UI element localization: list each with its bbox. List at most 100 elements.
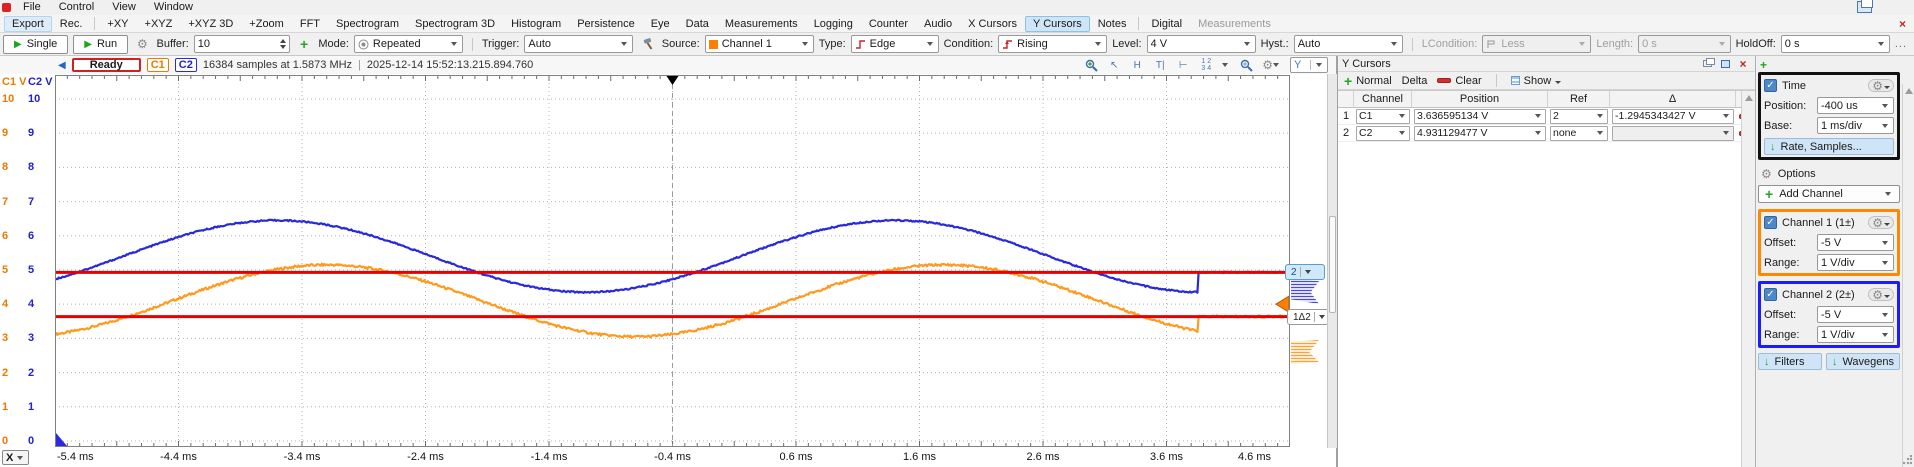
channel2-badge[interactable]: C2 xyxy=(175,58,197,72)
more-options[interactable]: ... xyxy=(1895,38,1911,50)
tab-data[interactable]: Data xyxy=(678,16,717,32)
tab-digital[interactable]: Digital xyxy=(1143,16,1190,32)
fit-vertical-icon[interactable]: T| xyxy=(1153,58,1167,72)
tab-xy[interactable]: +XY xyxy=(99,16,136,32)
panel-close-icon[interactable]: × xyxy=(1735,57,1751,70)
tab-xyz[interactable]: +XYZ xyxy=(137,16,181,32)
options-button[interactable]: ⚙ Options xyxy=(1758,165,1900,183)
tab-fft[interactable]: FFT xyxy=(292,16,328,32)
holdoff-select[interactable]: 0 s xyxy=(1781,35,1890,53)
panel-scrollbar[interactable] xyxy=(1741,91,1755,467)
cursor1-delta-select[interactable]: -1.2945343427 V xyxy=(1612,109,1734,124)
tab-histogram[interactable]: Histogram xyxy=(503,16,569,32)
add-normal-cursor-button[interactable]: + Normal xyxy=(1344,73,1392,89)
channel2-offset-select[interactable]: -5 V xyxy=(1817,306,1894,323)
time-position-select[interactable]: -400 us xyxy=(1817,97,1894,114)
scroll-up-icon[interactable] xyxy=(1745,95,1753,101)
y-axis-combo[interactable]: Y xyxy=(1290,57,1328,73)
waveform-canvas[interactable] xyxy=(55,75,1290,447)
mode-select[interactable]: Repeated xyxy=(354,35,463,53)
tab-zoom[interactable]: +Zoom xyxy=(241,16,292,32)
cursor1-marker[interactable]: 1Δ2 xyxy=(1287,309,1329,325)
cursor2-channel-select[interactable]: C2 xyxy=(1356,126,1410,141)
menu-file[interactable]: File xyxy=(15,0,49,15)
trigger-select[interactable]: Auto xyxy=(524,35,633,53)
tab-spectrogram[interactable]: Spectrogram xyxy=(328,16,407,32)
single-button[interactable]: ▶ Single xyxy=(3,35,68,54)
plot-vertical-scrollbar[interactable] xyxy=(1327,74,1337,448)
close-icon[interactable]: × xyxy=(1895,17,1910,31)
menu-window[interactable]: Window xyxy=(146,0,201,15)
channel1-range-select[interactable]: 1 V/div xyxy=(1817,254,1894,271)
clear-cursors-button[interactable]: Clear xyxy=(1437,75,1481,87)
tab-eye[interactable]: Eye xyxy=(643,16,678,32)
col-position[interactable]: Position xyxy=(1412,91,1548,108)
channel2-checkbox[interactable]: ✓ xyxy=(1764,288,1777,301)
cursor1-position-select[interactable]: 3.636595134 V xyxy=(1414,109,1546,124)
col-delta[interactable]: Δ xyxy=(1610,91,1736,108)
tab-audio[interactable]: Audio xyxy=(916,16,960,32)
fit-window-icon[interactable]: ⊢ xyxy=(1176,58,1190,72)
panel-restore-icon[interactable] xyxy=(1699,57,1715,70)
add-delta-cursor-button[interactable]: Delta xyxy=(1402,75,1428,87)
show-menu-button[interactable]: Show xyxy=(1511,75,1562,87)
panel-maximize-icon[interactable] xyxy=(1717,57,1733,70)
col-ref[interactable]: Ref xyxy=(1548,91,1610,108)
layout-dropdown-icon[interactable] xyxy=(1222,63,1228,67)
tab-xyz3d[interactable]: +XYZ 3D xyxy=(180,16,241,32)
tab-rec[interactable]: Rec. xyxy=(52,16,91,32)
pointer-icon[interactable]: ↖ xyxy=(1107,58,1121,72)
tab-logging[interactable]: Logging xyxy=(806,16,861,32)
level-select[interactable]: 4 V xyxy=(1147,35,1256,53)
hysteresis-select[interactable]: Auto xyxy=(1294,35,1403,53)
condition-select[interactable]: Rising xyxy=(998,35,1107,53)
spinner-arrows-icon[interactable] xyxy=(280,39,286,49)
trigger-settings-icon[interactable] xyxy=(638,35,656,54)
fit-horizontal-icon[interactable]: H xyxy=(1130,58,1144,72)
menu-control[interactable]: Control xyxy=(51,0,102,15)
add-buffer-icon[interactable]: + xyxy=(295,35,313,54)
filters-button[interactable]: ↓ Filters xyxy=(1758,353,1822,370)
menu-view[interactable]: View xyxy=(104,0,144,15)
tab-spectrogram3d[interactable]: Spectrogram 3D xyxy=(407,16,503,32)
history-back-icon[interactable]: ◀ xyxy=(58,60,66,71)
tab-x-cursors[interactable]: X Cursors xyxy=(960,16,1025,32)
search-zoom-icon[interactable] xyxy=(1239,58,1253,72)
tab-y-cursors[interactable]: Y Cursors xyxy=(1025,16,1090,32)
cursor2-position-select[interactable]: 4.931129477 V xyxy=(1414,126,1546,141)
sidebar-add-icon[interactable]: + xyxy=(1758,58,1900,72)
tab-export[interactable]: Export xyxy=(4,16,52,32)
scroll-up-icon[interactable] xyxy=(1905,88,1913,94)
type-select[interactable]: Edge xyxy=(851,35,939,53)
channel1-badge[interactable]: C1 xyxy=(147,58,169,72)
cursor1-channel-select[interactable]: C1 xyxy=(1356,109,1410,124)
source-select[interactable]: Channel 1 xyxy=(705,35,814,53)
run-button[interactable]: ▶ Run xyxy=(73,35,128,54)
trigger-position-marker[interactable] xyxy=(667,76,679,85)
rate-samples-button[interactable]: ↓ Rate, Samples... xyxy=(1764,138,1894,155)
add-channel-button[interactable]: + Add Channel xyxy=(1758,185,1900,203)
time-base-select[interactable]: 1 ms/div xyxy=(1817,117,1894,134)
cursor1-ref-select[interactable]: 2 xyxy=(1550,109,1608,124)
sidebar-scrollbar[interactable] xyxy=(1902,84,1914,467)
buffer-gear-icon[interactable]: ⚙ xyxy=(133,35,151,54)
window-restore-icon[interactable] xyxy=(1857,1,1872,13)
zoom-in-icon[interactable] xyxy=(1084,58,1098,72)
plot-gear-icon[interactable]: ⚙ xyxy=(1262,58,1281,72)
channels-layout-icon[interactable]: 1 23 4 xyxy=(1199,58,1213,72)
tab-persistence[interactable]: Persistence xyxy=(569,16,642,32)
channel1-checkbox[interactable]: ✓ xyxy=(1764,216,1777,229)
time-gear-icon[interactable]: ⚙ xyxy=(1868,79,1894,92)
channel1-gear-icon[interactable]: ⚙ xyxy=(1868,216,1894,229)
cursor2-marker[interactable]: 2 xyxy=(1285,264,1325,280)
channel1-offset-select[interactable]: -5 V xyxy=(1817,234,1894,251)
wavegens-button[interactable]: ↓ Wavegens xyxy=(1826,353,1900,370)
channel2-gear-icon[interactable]: ⚙ xyxy=(1868,288,1894,301)
x-axis-button[interactable]: X xyxy=(2,450,29,465)
resize-grip[interactable] xyxy=(1902,455,1912,465)
cursor2-ref-select[interactable]: none xyxy=(1550,126,1608,141)
time-checkbox[interactable]: ✓ xyxy=(1764,79,1777,92)
tab-notes[interactable]: Notes xyxy=(1090,16,1135,32)
buffer-stepper[interactable]: 10 xyxy=(194,35,290,53)
tab-measurements[interactable]: Measurements xyxy=(717,16,806,32)
